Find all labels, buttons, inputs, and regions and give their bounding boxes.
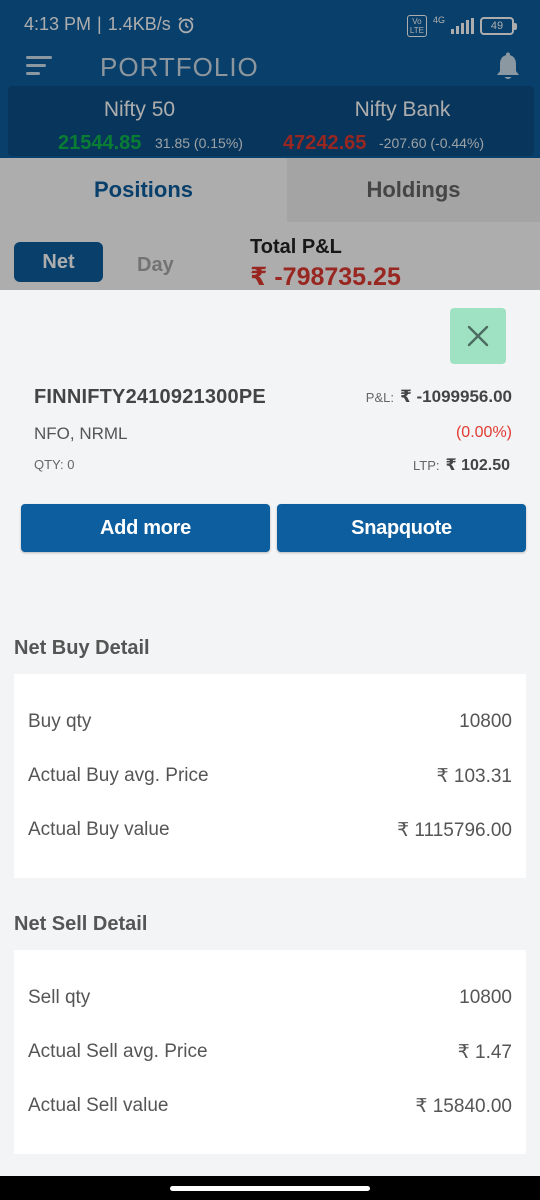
detail-row: Actual Sell avg. Price ₹ 1.47 xyxy=(28,1041,512,1071)
detail-value: ₹ 1115796.00 xyxy=(397,820,512,841)
detail-label: Sell qty xyxy=(28,987,91,1008)
pnl-value: ₹ -1099956.00 xyxy=(399,387,512,406)
detail-value: ₹ 103.31 xyxy=(436,766,512,787)
detail-row: Buy qty 10800 xyxy=(28,711,512,741)
pnl-percent: (0.00%) xyxy=(455,424,512,441)
modal-backdrop[interactable] xyxy=(0,0,540,290)
detail-row: Actual Buy avg. Price ₹ 103.31 xyxy=(28,765,512,795)
instrument-symbol: FINNIFTY2410921300PE xyxy=(34,386,266,408)
ltp-label: LTP: xyxy=(412,458,440,473)
pnl-row: P&L: ₹ -1099956.00 xyxy=(366,387,512,407)
snapquote-button[interactable]: Snapquote xyxy=(277,504,526,552)
detail-row: Sell qty 10800 xyxy=(28,987,512,1017)
home-gesture-handle[interactable] xyxy=(170,1186,370,1191)
detail-row: Actual Buy value ₹ 1115796.00 xyxy=(28,819,512,849)
add-more-button[interactable]: Add more xyxy=(21,504,270,552)
position-detail-sheet: FINNIFTY2410921300PE NFO, NRML QTY: 0 P&… xyxy=(0,290,540,1176)
detail-label: Actual Sell avg. Price xyxy=(28,1041,208,1062)
portfolio-screen: 4:13 PM | 1.4KB/s Vo LTE 4G 49 PORTFOLIO… xyxy=(0,0,540,290)
detail-value: 10800 xyxy=(459,987,512,1008)
ltp-value: ₹ 102.50 xyxy=(445,457,510,474)
net-buy-card: Buy qty 10800 Actual Buy avg. Price ₹ 10… xyxy=(14,674,526,878)
position-qty: QTY: 0 xyxy=(34,457,75,472)
net-buy-title: Net Buy Detail xyxy=(14,637,150,659)
exchange-product: NFO, NRML xyxy=(34,424,128,443)
system-nav-bar xyxy=(0,1176,540,1200)
pnl-label: P&L: xyxy=(365,390,394,405)
detail-label: Actual Buy avg. Price xyxy=(28,765,209,786)
close-icon xyxy=(467,325,489,347)
net-sell-card: Sell qty 10800 Actual Sell avg. Price ₹ … xyxy=(14,950,526,1154)
ltp-row: LTP: ₹ 102.50 xyxy=(413,455,510,475)
close-button[interactable] xyxy=(450,308,506,364)
detail-label: Buy qty xyxy=(28,711,92,732)
detail-value: ₹ 15840.00 xyxy=(415,1096,512,1117)
detail-value: 10800 xyxy=(459,711,512,732)
detail-label: Actual Buy value xyxy=(28,819,170,840)
net-sell-title: Net Sell Detail xyxy=(14,913,148,935)
detail-row: Actual Sell value ₹ 15840.00 xyxy=(28,1095,512,1125)
detail-label: Actual Sell value xyxy=(28,1095,169,1116)
detail-value: ₹ 1.47 xyxy=(457,1042,512,1063)
